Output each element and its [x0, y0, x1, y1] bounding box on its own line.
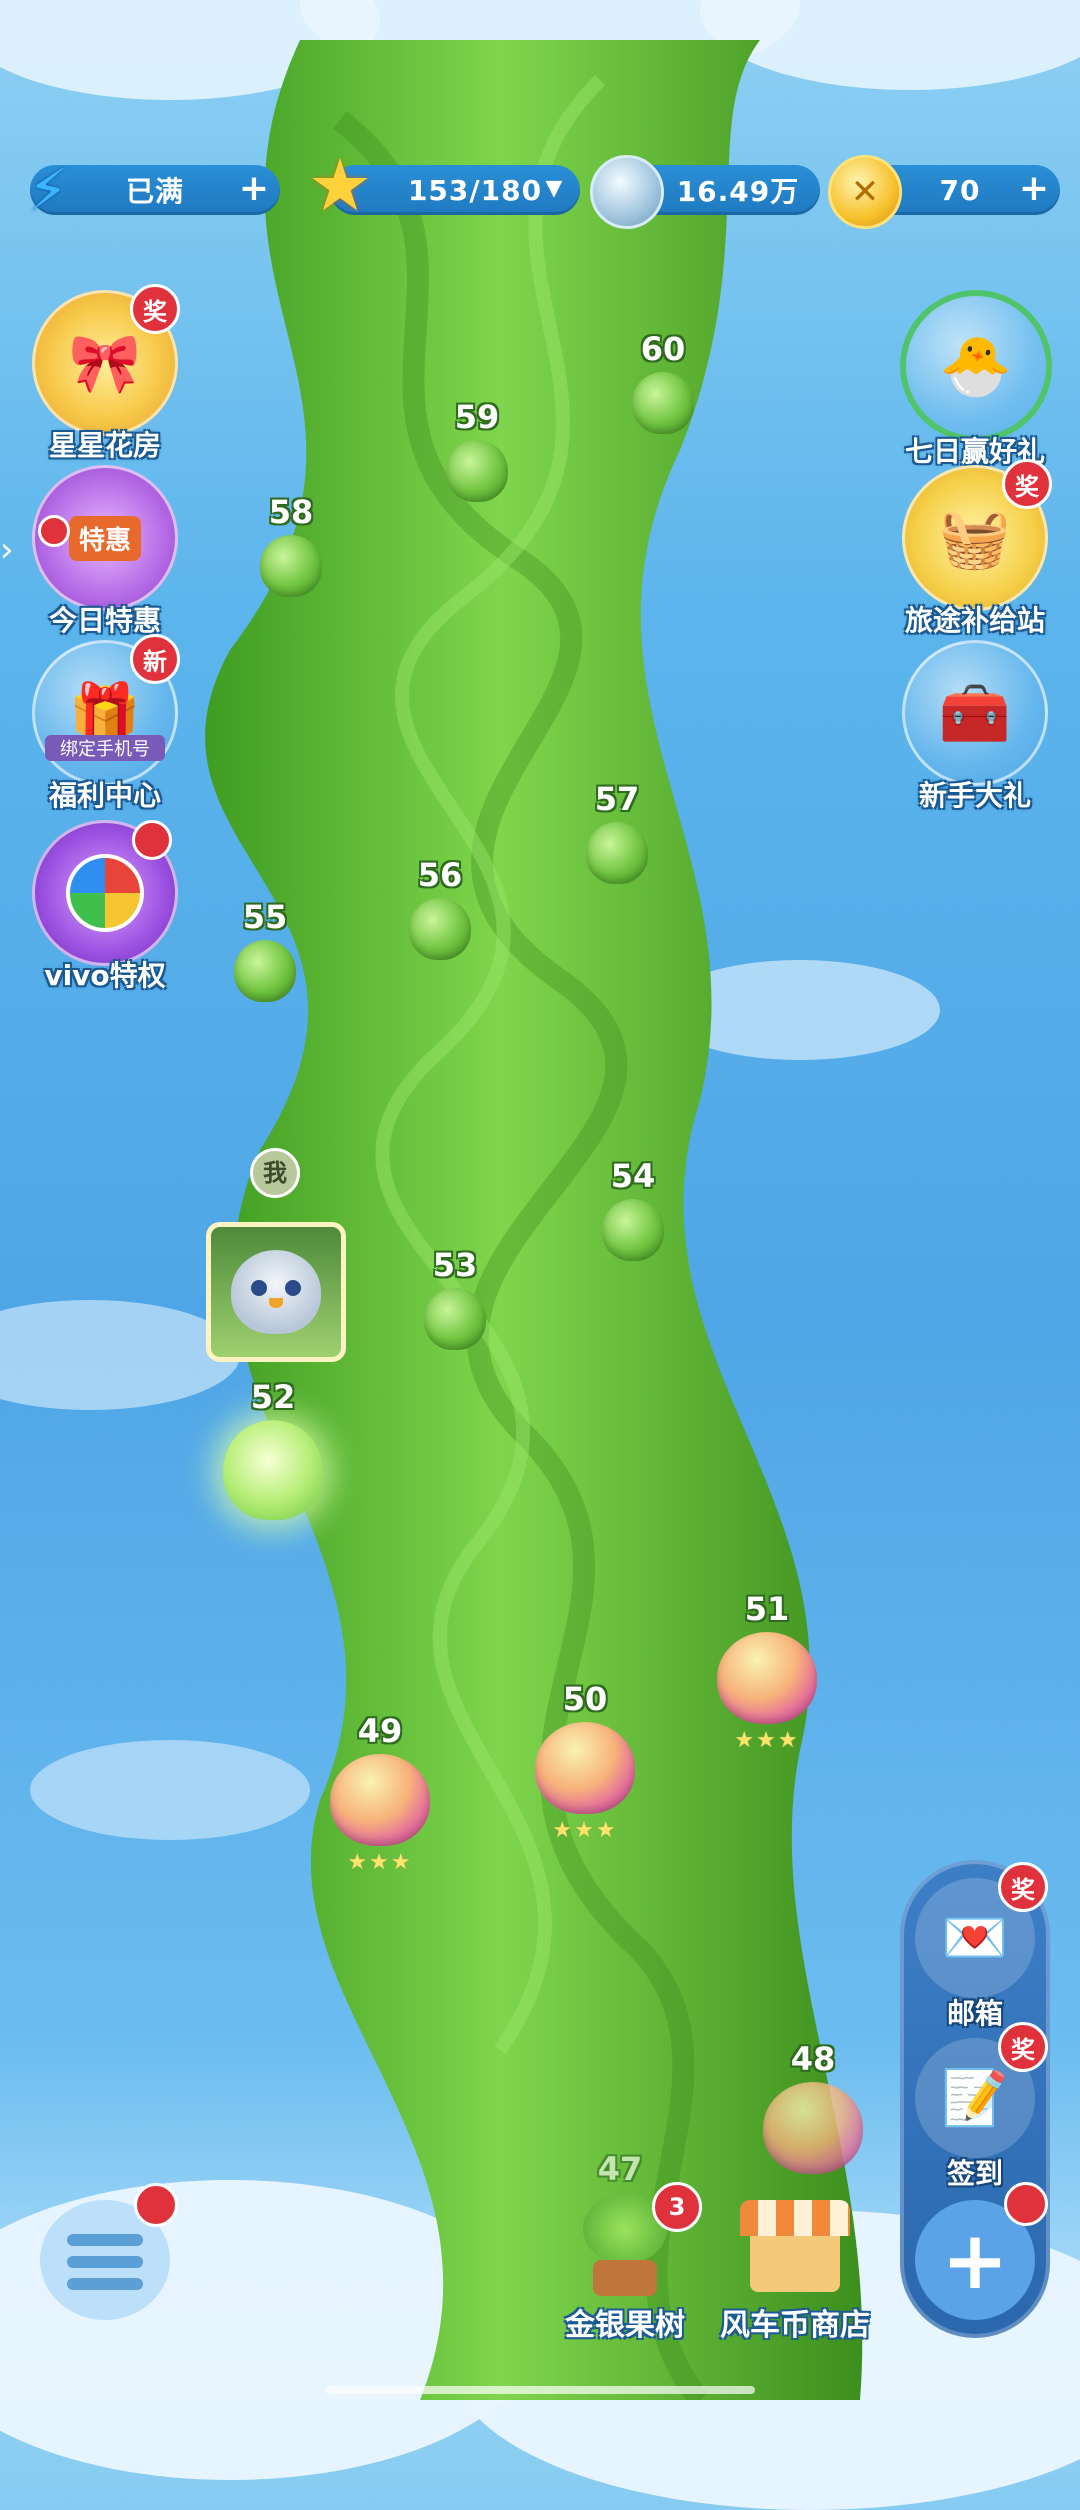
- windmill-shop-label: 风车币商店: [720, 2308, 870, 2343]
- completed-pod-icon: [763, 2082, 863, 2174]
- bind-phone-label: 绑定手机号: [45, 735, 165, 761]
- level-number: 60: [640, 330, 686, 368]
- menu-label: 今日特惠: [48, 604, 161, 637]
- level-stars: ★★★: [734, 1728, 800, 1753]
- menu-label: 新手大礼: [918, 779, 1031, 812]
- level-stars: ★★★: [347, 1850, 413, 1875]
- player-tag: 我: [250, 1148, 300, 1198]
- level-number: 53: [432, 1246, 478, 1284]
- current-level-pod-icon: [223, 1420, 323, 1520]
- level-number: 56: [417, 856, 463, 894]
- level-node-52[interactable]: 52: [218, 1378, 328, 1520]
- locked-pod-icon: [409, 898, 471, 960]
- locked-pod-icon: [234, 940, 296, 1002]
- level-number: 58: [268, 493, 314, 531]
- locked-pod-icon: [586, 822, 648, 884]
- level-node-47[interactable]: 47: [565, 2150, 675, 2188]
- level-node-56[interactable]: 56: [385, 856, 495, 960]
- menu-label: 福利中心: [48, 779, 161, 812]
- money-tree-label: 金银果树: [565, 2308, 685, 2343]
- reward-badge: 奖: [998, 2022, 1048, 2072]
- menu-label: vivo特权: [44, 959, 166, 992]
- level-number: 55: [242, 898, 288, 936]
- menu-vivo-privilege[interactable]: vivo特权: [30, 820, 180, 994]
- money-tree-button[interactable]: 3 金银果树: [560, 2182, 702, 2344]
- silver-value: 16.49万: [676, 175, 800, 208]
- level-number: 50: [562, 1680, 608, 1718]
- count-badge: 3: [652, 2182, 702, 2232]
- level-node-49[interactable]: 49 ★★★: [325, 1712, 435, 1875]
- reward-badge: 奖: [130, 284, 180, 334]
- menu-star-flower-house[interactable]: 🎀 奖 星星花房: [30, 284, 180, 464]
- right-action-panel: 💌 邮箱 📝 签到 +: [900, 1860, 1050, 2338]
- locked-pod-icon: [602, 1199, 664, 1261]
- level-number: 48: [790, 2040, 836, 2078]
- gold-plus-button[interactable]: +: [1016, 171, 1052, 208]
- level-node-55[interactable]: 55: [210, 898, 320, 1002]
- menu-newbie-gift[interactable]: 🧰 新手大礼: [900, 640, 1050, 814]
- completed-pod-icon: [717, 1632, 817, 1724]
- lightning-icon: ⚡: [27, 156, 69, 224]
- star-value: 153/180: [407, 173, 543, 207]
- windmill-shop-button[interactable]: 风车币商店: [715, 2190, 875, 2344]
- level-node-54[interactable]: 54: [578, 1157, 688, 1261]
- level-number: 47: [597, 2150, 643, 2188]
- notification-dot: [132, 820, 172, 860]
- level-number: 59: [454, 398, 500, 436]
- energy-plus-button[interactable]: +: [236, 171, 272, 208]
- locked-pod-icon: [260, 535, 322, 597]
- level-node-58[interactable]: 58: [236, 493, 346, 597]
- gold-coin-icon: ✕: [828, 155, 902, 229]
- level-node-60[interactable]: 60: [608, 330, 718, 434]
- new-badge: 新: [130, 634, 180, 684]
- level-number: 49: [357, 1712, 403, 1750]
- reward-badge: 奖: [1002, 459, 1052, 509]
- treasure-chest-icon: 🧰: [902, 640, 1048, 786]
- level-node-48[interactable]: 48: [758, 2040, 868, 2174]
- level-number: 52: [250, 1378, 296, 1416]
- completed-pod-icon: [330, 1754, 430, 1846]
- notification-dot: [38, 515, 70, 547]
- menu-welfare-center[interactable]: 🎁 绑定手机号 新 福利中心: [30, 634, 180, 814]
- level-node-59[interactable]: 59: [422, 398, 532, 502]
- level-number: 54: [610, 1157, 656, 1195]
- star-dropdown-icon[interactable]: ▼: [536, 172, 572, 208]
- level-node-50[interactable]: 50 ★★★: [530, 1680, 640, 1843]
- menu-journey-supply[interactable]: 🧺 奖 旅途补给站: [900, 459, 1052, 639]
- locked-pod-icon: [446, 440, 508, 502]
- gesture-bar: [325, 2386, 755, 2394]
- level-node-51[interactable]: 51 ★★★: [712, 1590, 822, 1753]
- silver-coin-icon: [590, 155, 664, 229]
- menu-daily-deal[interactable]: 特惠 今日特惠: [30, 465, 180, 639]
- side-drawer-arrow-icon[interactable]: ›: [0, 520, 28, 580]
- level-node-57[interactable]: 57: [562, 780, 672, 884]
- gold-value: 70: [939, 173, 981, 207]
- reward-badge: 奖: [998, 1862, 1048, 1912]
- chick-egg-icon: 🐣: [900, 290, 1052, 442]
- locked-pod-icon: [632, 372, 694, 434]
- menu-label: 星星花房: [48, 429, 161, 462]
- menu-list-icon: [67, 2234, 143, 2246]
- notification-dot: [134, 2183, 178, 2227]
- deal-inner-label: 特惠: [68, 515, 141, 561]
- level-stars: ★★★: [552, 1818, 618, 1843]
- shop-stall-icon: [740, 2190, 850, 2300]
- energy-value: 已满: [125, 175, 184, 208]
- completed-pod-icon: [535, 1722, 635, 1814]
- star-icon: ★: [307, 143, 373, 227]
- level-number: 57: [594, 780, 640, 818]
- level-number: 51: [744, 1590, 790, 1628]
- menu-label: 旅途补给站: [904, 604, 1045, 637]
- locked-pod-icon: [424, 1288, 486, 1350]
- notification-dot: [1004, 2182, 1048, 2226]
- bird-avatar-icon[interactable]: [206, 1222, 346, 1362]
- menu-seven-day-gift[interactable]: 🐣 七日赢好礼: [900, 290, 1052, 470]
- level-node-53[interactable]: 53: [400, 1246, 510, 1350]
